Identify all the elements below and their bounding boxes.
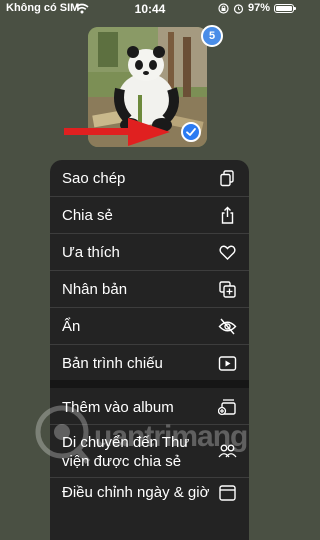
menu-item-label: Điều chỉnh ngày & giờ: [62, 484, 210, 501]
context-menu: Sao chép Chia sẻ Ưa thích Nhân bản Ẩn Bả…: [50, 160, 249, 540]
menu-item-label: Sao chép: [62, 170, 126, 187]
lock-rotation-icon: [218, 2, 229, 14]
menu-section-divider: [50, 380, 249, 388]
menu-item-label: Thêm vào album: [62, 399, 174, 416]
alarm-icon: [233, 3, 244, 14]
add-to-album-icon: [218, 399, 236, 416]
menu-item-label: Ẩn: [62, 318, 81, 335]
selected-check-badge[interactable]: [181, 122, 201, 142]
heart-icon: [219, 245, 236, 260]
calendar-icon: [219, 485, 236, 501]
battery-icon: [274, 3, 296, 13]
menu-item-hide[interactable]: Ẩn: [50, 308, 249, 345]
menu-item-label-line2: viện được chia sẻ: [62, 453, 182, 470]
menu-item-label-line1: Di chuyển đến Thư: [62, 434, 190, 451]
share-icon: [221, 206, 234, 224]
status-bar: Không có SIM 10:44 97%: [0, 0, 300, 20]
checkmark-icon: [186, 128, 196, 136]
status-right: 97%: [218, 2, 296, 14]
menu-item-favorite[interactable]: Ưa thích: [50, 234, 249, 271]
menu-item-move-to-shared-library[interactable]: Di chuyển đến Thư viện được chia sẻ: [50, 425, 249, 478]
shared-library-icon: [218, 444, 237, 458]
menu-item-adjust-date-time[interactable]: Điều chỉnh ngày & giờ: [50, 478, 249, 515]
menu-item-copy[interactable]: Sao chép: [50, 160, 249, 197]
menu-item-duplicate[interactable]: Nhân bản: [50, 271, 249, 308]
menu-item-label: Bản trình chiếu: [62, 355, 163, 372]
duplicate-icon: [219, 281, 236, 298]
menu-item-share[interactable]: Chia sẻ: [50, 197, 249, 234]
battery-percent: 97%: [247, 2, 270, 14]
selection-count-badge: 5: [201, 25, 223, 47]
menu-item-slideshow[interactable]: Bản trình chiếu: [50, 345, 249, 380]
eye-slash-icon: [218, 318, 237, 335]
menu-item-label: Chia sẻ: [62, 207, 113, 224]
copy-icon: [220, 170, 234, 187]
menu-item-add-to-album[interactable]: Thêm vào album: [50, 388, 249, 425]
play-icon: [218, 356, 237, 371]
battery-fill: [276, 5, 292, 11]
red-arrow-icon: [64, 118, 170, 146]
menu-item-label: Nhân bản: [62, 281, 128, 298]
menu-item-label: Ưa thích: [62, 244, 120, 261]
